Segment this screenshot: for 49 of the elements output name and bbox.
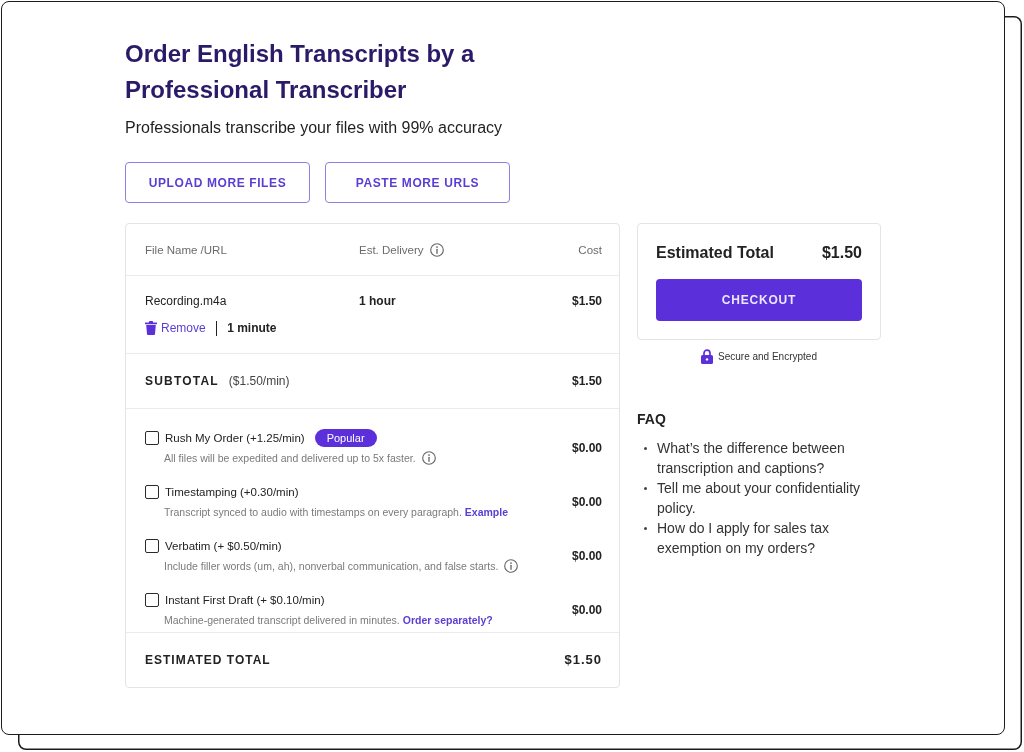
option-price: $0.00 bbox=[570, 601, 602, 619]
checkbox[interactable] bbox=[145, 485, 159, 499]
popular-badge: Popular bbox=[314, 429, 377, 447]
file-name: Recording.m4a bbox=[145, 293, 227, 309]
summary-total: $1.50 bbox=[821, 243, 862, 263]
option-label: Instant First Draft (+ $0.10/min) bbox=[165, 593, 325, 608]
remove-button[interactable]: Remove bbox=[145, 320, 206, 336]
bullet-icon bbox=[644, 527, 647, 530]
option-price: $0.00 bbox=[570, 493, 602, 511]
estimated-total-label: ESTIMATED TOTAL bbox=[145, 652, 271, 669]
bullet-icon bbox=[644, 487, 647, 490]
summary-label: Estimated Total bbox=[656, 243, 774, 263]
trash-icon bbox=[145, 321, 157, 335]
upload-files-button[interactable]: UPLOAD MORE FILES bbox=[125, 162, 310, 203]
page-subtitle: Professionals transcribe your files with 99% accuracy bbox=[125, 118, 503, 138]
column-header: Cost bbox=[578, 242, 602, 258]
column-header: Est. Delivery bbox=[359, 242, 424, 258]
bullet-icon bbox=[644, 447, 647, 450]
lock-icon bbox=[701, 349, 713, 364]
paste-urls-button[interactable]: PASTE MORE URLS bbox=[325, 162, 510, 203]
checkbox[interactable] bbox=[145, 431, 159, 445]
option-label: Verbatim (+ $0.50/min) bbox=[165, 539, 282, 554]
file-duration: 1 minute bbox=[227, 320, 277, 336]
option-label: Timestamping (+0.30/min) bbox=[165, 485, 299, 500]
column-header: File Name /URL bbox=[145, 242, 227, 258]
file-cost: $1.50 bbox=[571, 293, 602, 309]
option-price: $0.00 bbox=[570, 439, 602, 457]
checkbox[interactable] bbox=[145, 593, 159, 607]
option-link[interactable]: Example bbox=[464, 506, 509, 518]
option-description: Machine-generated transcript delivered in minutes. Order separately? bbox=[164, 613, 493, 628]
subtotal-value: $1.50 bbox=[571, 373, 602, 390]
faq-title: FAQ bbox=[637, 410, 666, 428]
subtotal-rate: ($1.50/min) bbox=[228, 373, 290, 390]
secure-note: Secure and Encrypted bbox=[718, 349, 817, 364]
page-title: Order English Transcripts by a Professional Transcriber bbox=[125, 39, 476, 105]
estimated-total-value: $1.50 bbox=[564, 651, 602, 670]
option-description: Include filler words (um, ah), nonverbal communication, and false starts. bbox=[164, 559, 499, 574]
option-description: All files will be expedited and delivered up to 5x faster. bbox=[164, 451, 416, 466]
checkbox[interactable] bbox=[145, 539, 159, 553]
option-label: Rush My Order (+1.25/min) bbox=[165, 431, 305, 446]
option-price: $0.00 bbox=[570, 547, 602, 565]
faq-link[interactable]: Tell me about your confidentiality policy. bbox=[657, 478, 875, 518]
option-description: Transcript synced to audio with timestamps on every paragraph. Example bbox=[164, 505, 509, 520]
delivery-time: 1 hour bbox=[359, 293, 396, 309]
faq-link[interactable]: What’s the difference between transcription and captions? bbox=[657, 438, 875, 478]
subtotal-label: SUBTOTAL bbox=[145, 373, 219, 390]
option-link[interactable]: Order separately? bbox=[402, 614, 493, 626]
checkout-button[interactable]: CHECKOUT bbox=[656, 279, 862, 321]
faq-link[interactable]: How do I apply for sales tax exemption on my orders? bbox=[657, 518, 875, 558]
